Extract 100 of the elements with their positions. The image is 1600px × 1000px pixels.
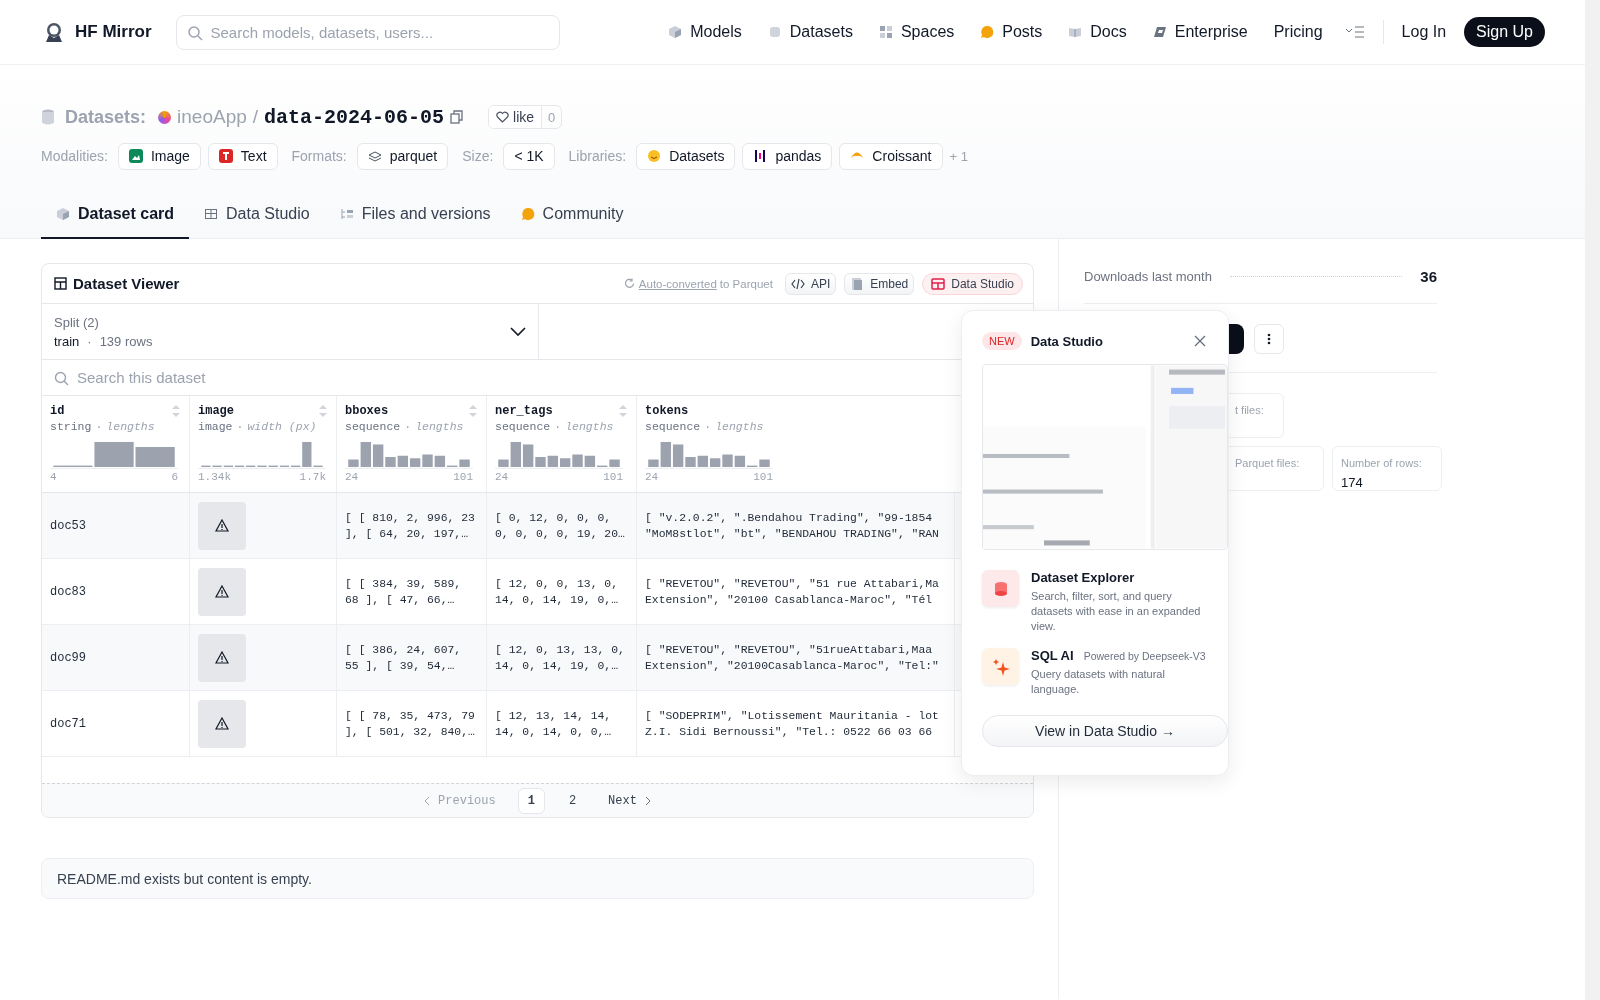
warning-icon bbox=[215, 519, 229, 532]
document-icon bbox=[850, 276, 865, 291]
chat-bubble-icon bbox=[980, 25, 995, 39]
like-count: 0 bbox=[547, 109, 557, 125]
new-badge: NEW bbox=[982, 332, 1022, 350]
column-type: sequence bbox=[645, 420, 701, 433]
column-stat: lengths bbox=[415, 420, 464, 433]
sort-icon bbox=[618, 404, 628, 418]
tab[interactable]: Dataset card bbox=[41, 192, 190, 239]
table-cell: doc53 bbox=[42, 493, 190, 558]
chat-bubble-icon bbox=[520, 207, 535, 221]
tag[interactable]: Croissant bbox=[839, 142, 943, 170]
login-link[interactable]: Log In bbox=[1401, 23, 1447, 41]
tile-icon bbox=[1152, 25, 1167, 39]
view-in-data-studio-button[interactable]: View in Data Studio → bbox=[982, 715, 1228, 747]
nav-link[interactable]: Datasets bbox=[767, 23, 853, 41]
tab[interactable]: Files and versions bbox=[324, 192, 506, 239]
column-type: sequence bbox=[495, 420, 551, 433]
next-link[interactable]: Next bbox=[608, 793, 651, 808]
brand-name[interactable]: HF Mirror bbox=[75, 22, 152, 42]
toolbar-button[interactable]: Data Studio bbox=[922, 272, 1023, 295]
converted-note: to Parquet bbox=[719, 277, 773, 290]
close-icon bbox=[1194, 335, 1206, 347]
tab[interactable]: Data Studio bbox=[189, 192, 325, 239]
separator-dot: · bbox=[87, 333, 92, 349]
range-max: 101 bbox=[603, 471, 623, 483]
stat-label: Number of rows: bbox=[1341, 457, 1423, 469]
sort-icon bbox=[318, 404, 328, 418]
tag-group-label: Size: bbox=[462, 148, 494, 164]
tab[interactable]: Community bbox=[505, 192, 639, 239]
table-cell: [ "SODEPRIM", "Lotissement Mauritania - lot Z.I. Sidi Bernoussi", "Tel.: 0522 66 03 66 bbox=[637, 691, 955, 756]
nav-link[interactable]: Enterprise bbox=[1152, 23, 1248, 41]
feature-description: Search, filter, sort, and query datasets with ease in an expanded view. bbox=[1031, 589, 1202, 634]
page-link[interactable]: 1 bbox=[517, 787, 545, 814]
range-max: 1.7k bbox=[299, 471, 326, 483]
table-cell: [ "REVETOU", "REVETOU", "51 rue Attabari,Ma Extension", "20100 Casablanca-Maroc", "Tél bbox=[637, 559, 955, 624]
range-max: 101 bbox=[753, 471, 773, 483]
heart-icon bbox=[496, 111, 510, 123]
tag[interactable]: pandas bbox=[742, 142, 833, 170]
nav-link[interactable]: Models bbox=[668, 23, 742, 41]
nav-link[interactable]: Spaces bbox=[878, 23, 955, 41]
dataset-name: data-2024-06-05 bbox=[264, 105, 445, 129]
refresh-icon bbox=[623, 278, 635, 289]
tag-group-label: Libraries: bbox=[568, 148, 627, 164]
nav-link[interactable]: Posts bbox=[980, 23, 1043, 41]
tag[interactable]: < 1K bbox=[503, 142, 555, 170]
text-icon bbox=[218, 149, 233, 163]
table-cell: [ [ 386, 24, 607, 55 ], [ 39, 54,… bbox=[337, 625, 487, 690]
row-count: 139 rows bbox=[99, 333, 153, 349]
column-type: image bbox=[198, 420, 233, 433]
column-type: string bbox=[50, 420, 92, 433]
nav-link[interactable]: Pricing bbox=[1273, 23, 1323, 41]
readme-notice: README.md exists but content is empty. bbox=[41, 858, 1034, 899]
table-cell: [ 12, 13, 14, 14, 14, 0, 14, 0, 0,… bbox=[487, 691, 637, 756]
range-min: 4 bbox=[50, 471, 57, 483]
split-label: Split (2) bbox=[54, 314, 100, 330]
sort-icon bbox=[171, 404, 181, 418]
column-stat: lengths bbox=[106, 420, 155, 433]
search-icon bbox=[54, 371, 69, 386]
table-cell: [ [ 384, 39, 589, 68 ], [ 47, 66,… bbox=[337, 559, 487, 624]
separator-dot: · bbox=[704, 420, 712, 433]
more-icon bbox=[1267, 333, 1271, 345]
layers-icon bbox=[367, 149, 382, 163]
warning-icon bbox=[215, 585, 229, 598]
tag[interactable]: Datasets bbox=[636, 142, 736, 170]
like-button[interactable]: like bbox=[489, 106, 543, 128]
tag[interactable]: parquet bbox=[356, 142, 449, 170]
chevron-right-icon bbox=[644, 795, 651, 806]
column-name: image bbox=[198, 404, 234, 418]
downloads-label: Downloads last month bbox=[1084, 268, 1212, 284]
column-stat: lengths bbox=[565, 420, 614, 433]
tag[interactable]: Image bbox=[117, 142, 201, 170]
toolbar-button[interactable]: Embed bbox=[844, 272, 915, 295]
tag-group-label: Formats: bbox=[291, 148, 347, 164]
column-name: id bbox=[50, 404, 65, 418]
signup-button[interactable]: Sign Up bbox=[1464, 17, 1545, 47]
separator-dot: · bbox=[554, 420, 562, 433]
split-dropdown[interactable]: Split (2) train · 139 rows bbox=[42, 304, 539, 359]
tag[interactable]: Text bbox=[207, 142, 278, 170]
page-link[interactable]: 2 bbox=[558, 787, 587, 814]
stat-label: Parquet files: bbox=[1235, 457, 1301, 469]
feature-title: SQL AI bbox=[1031, 648, 1074, 663]
separator-dot: · bbox=[236, 420, 244, 433]
table-cell: doc83 bbox=[42, 559, 190, 624]
menu-icon bbox=[1344, 25, 1365, 39]
split-name: train bbox=[54, 333, 80, 349]
file-tree-icon bbox=[339, 207, 354, 221]
chevron-down-icon bbox=[510, 326, 526, 337]
cube-icon bbox=[56, 207, 70, 221]
column-type: sequence bbox=[345, 420, 401, 433]
popup-title: Data Studio bbox=[1030, 333, 1103, 349]
feature-title: Dataset Explorer bbox=[1031, 570, 1135, 585]
range-min: 24 bbox=[645, 471, 659, 483]
close-button[interactable] bbox=[1192, 333, 1208, 349]
toolbar-button[interactable]: API bbox=[784, 272, 837, 295]
avatar-icon bbox=[158, 110, 172, 124]
search-field[interactable]: Search models, datasets, users... bbox=[175, 14, 560, 50]
warning-icon bbox=[215, 651, 229, 664]
nav-link[interactable]: Docs bbox=[1068, 23, 1127, 41]
table-icon bbox=[204, 207, 219, 221]
